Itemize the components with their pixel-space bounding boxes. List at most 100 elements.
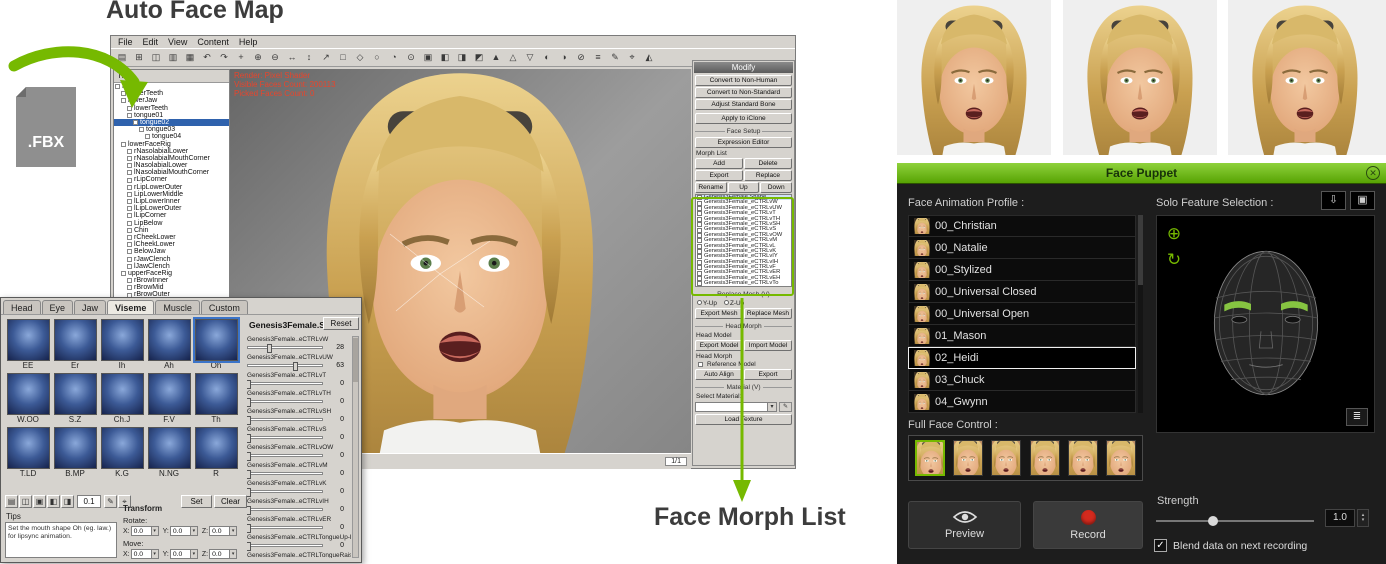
slider-knob[interactable] — [247, 542, 251, 551]
edit-tool-icon[interactable]: ◧ — [47, 495, 60, 508]
preview-button[interactable]: Preview — [908, 501, 1021, 549]
toolbar-icon[interactable]: ◭ — [641, 50, 657, 65]
expand-icon[interactable] — [127, 163, 132, 169]
character-thumbnail[interactable] — [1228, 0, 1386, 155]
character-thumbnail[interactable] — [1063, 0, 1217, 155]
viseme-cell[interactable]: B.MP — [52, 427, 98, 478]
axis-input[interactable]: 0.0 ▾ — [169, 549, 198, 559]
expand-icon[interactable] — [127, 227, 132, 233]
toolbar-icon[interactable]: ◇ — [352, 50, 368, 65]
feature-list-icon[interactable]: ≣ — [1346, 408, 1368, 426]
apply-to-iclone-button[interactable]: Apply to iClone — [695, 113, 792, 124]
toolbar-icon[interactable]: ▥ — [165, 50, 181, 65]
expand-icon[interactable] — [121, 270, 126, 276]
expand-icon[interactable] — [127, 112, 132, 118]
tree-node[interactable]: upperFaceRig — [114, 270, 229, 277]
convert-button[interactable]: Convert to Non-Human — [695, 75, 792, 86]
expand-icon[interactable] — [127, 263, 132, 269]
tree-node[interactable]: LipBelow — [114, 220, 229, 227]
face-key-tab[interactable]: Jaw — [74, 300, 107, 314]
viseme-cell[interactable]: Ah — [146, 319, 192, 370]
viseme-cell[interactable]: T.LD — [5, 427, 51, 478]
slider-track[interactable] — [247, 452, 323, 461]
toolbar-icon[interactable]: ⊕ — [250, 50, 266, 65]
face-control-thumb[interactable] — [953, 440, 984, 476]
profile-item[interactable]: 01_Mason — [908, 325, 1136, 347]
expand-icon[interactable] — [127, 170, 132, 176]
expand-icon[interactable] — [139, 127, 144, 133]
slider-track[interactable] — [247, 470, 323, 479]
viseme-cell[interactable]: K.G — [99, 427, 145, 478]
expand-icon[interactable] — [127, 235, 132, 241]
menu-item[interactable]: View — [163, 37, 192, 47]
viseme-thumbnail[interactable] — [6, 427, 50, 469]
toolbar-icon[interactable]: ⊙ — [403, 50, 419, 65]
stepper-icon[interactable]: ▾ — [229, 527, 237, 535]
zoom-select-icon[interactable]: ⊕ — [1162, 222, 1186, 246]
radio-icon[interactable] — [697, 300, 702, 305]
expand-icon[interactable] — [133, 120, 138, 126]
profile-item[interactable]: 00_Natalie — [908, 237, 1136, 259]
slider-knob[interactable] — [247, 488, 251, 497]
key-strength-value[interactable]: 0.1 — [77, 495, 101, 508]
eyedropper-icon[interactable]: ✎ — [779, 402, 792, 412]
tree-node[interactable]: lJawClench — [114, 263, 229, 270]
expand-icon[interactable] — [127, 220, 132, 226]
viseme-cell[interactable]: Th — [193, 373, 239, 424]
viseme-cell[interactable]: Er — [52, 319, 98, 370]
up-axis-radio[interactable]: Y-Up — [697, 300, 717, 307]
morph-order-button[interactable]: Down — [760, 182, 793, 193]
slider-track[interactable] — [247, 542, 323, 551]
expand-icon[interactable] — [127, 184, 132, 190]
toolbar-icon[interactable]: + — [233, 50, 249, 65]
expand-icon[interactable] — [127, 256, 132, 262]
load-profile-icon[interactable]: ⇩ — [1321, 191, 1346, 210]
tree-node[interactable]: lowerFaceRig — [114, 141, 229, 148]
expand-icon[interactable] — [127, 249, 132, 255]
toolbar-icon[interactable]: ◔ — [386, 50, 402, 65]
tree-node[interactable]: LipLowerMiddle — [114, 191, 229, 198]
rotate-icon[interactable]: ↻ — [1162, 248, 1186, 272]
viseme-cell[interactable]: W.OO — [5, 373, 51, 424]
toolbar-icon[interactable]: ↔ — [284, 50, 300, 65]
viseme-cell[interactable]: F.V — [146, 373, 192, 424]
tree-node[interactable]: lLipLowerOuter — [114, 205, 229, 212]
tree-node[interactable]: tongue04 — [114, 133, 229, 140]
tree-node[interactable]: tongue02 — [114, 118, 229, 127]
slider-knob[interactable] — [247, 524, 251, 533]
slider-knob[interactable] — [247, 434, 251, 443]
viseme-thumbnail[interactable] — [147, 319, 191, 361]
viseme-thumbnail[interactable] — [53, 319, 97, 361]
face-control-thumb[interactable] — [1067, 440, 1098, 476]
slider-track[interactable] — [247, 524, 323, 533]
viseme-cell[interactable]: EE — [5, 319, 51, 370]
stepper-icon[interactable]: ▾ — [150, 550, 158, 558]
toolbar-icon[interactable]: ✎ — [607, 50, 623, 65]
toolbar-icon[interactable]: ▽ — [522, 50, 538, 65]
tree-node[interactable]: BelowJaw — [114, 248, 229, 255]
face-key-tab[interactable]: Muscle — [155, 300, 200, 314]
face-control-thumb[interactable] — [991, 440, 1022, 476]
convert-button[interactable]: Adjust Standard Bone — [695, 99, 792, 110]
toolbar-icon[interactable]: ↕ — [301, 50, 317, 65]
slider-track[interactable] — [247, 362, 323, 371]
tree-node[interactable]: rBrowMid — [114, 284, 229, 291]
profile-item[interactable]: 00_Universal Closed — [908, 281, 1136, 303]
face-key-tab[interactable]: Viseme — [107, 300, 155, 314]
expand-icon[interactable] — [121, 141, 126, 147]
tree-node[interactable]: Chin — [114, 227, 229, 234]
viseme-thumbnail[interactable] — [100, 319, 144, 361]
morph-list-button[interactable]: Export — [695, 170, 743, 181]
viseme-thumbnail[interactable] — [147, 373, 191, 415]
morph-list-button[interactable]: Add — [695, 158, 743, 169]
viseme-cell[interactable]: N.NG — [146, 427, 192, 478]
tree-node[interactable]: lLipLowerInner — [114, 198, 229, 205]
record-button[interactable]: Record — [1033, 501, 1143, 549]
reset-button[interactable]: Reset — [323, 317, 359, 330]
toolbar-icon[interactable]: ◧ — [437, 50, 453, 65]
expand-icon[interactable] — [127, 199, 132, 205]
face-key-tab[interactable]: Eye — [41, 300, 74, 314]
face-control-thumb[interactable] — [915, 440, 945, 476]
profile-item[interactable]: 00_Stylized — [908, 259, 1136, 281]
slider-track[interactable] — [247, 398, 323, 407]
